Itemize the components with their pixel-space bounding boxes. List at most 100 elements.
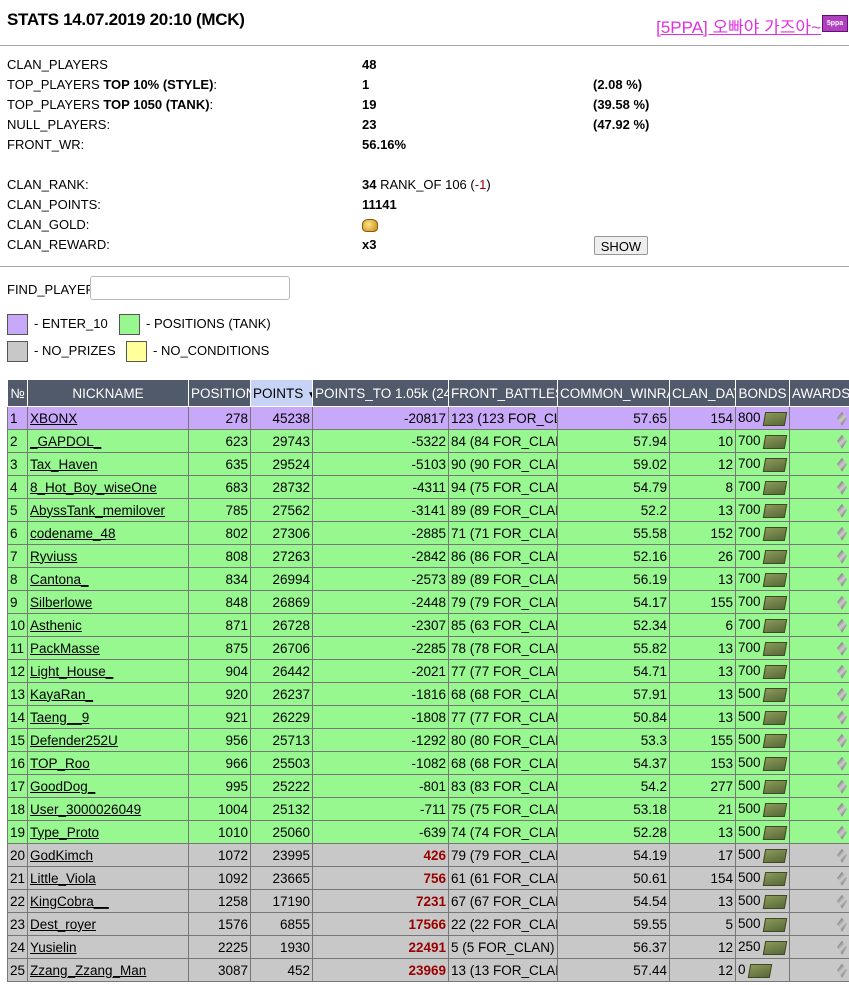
award-medal-icon[interactable] bbox=[837, 618, 847, 633]
player-link[interactable]: Taeng__9 bbox=[30, 710, 89, 725]
cell-position: 1092 bbox=[188, 866, 251, 890]
player-link[interactable]: KingCobra__ bbox=[30, 894, 109, 909]
bonds-icon bbox=[762, 894, 787, 909]
award-medal-icon[interactable] bbox=[837, 963, 847, 978]
cell-points: 27263 bbox=[250, 544, 313, 568]
cell-position: 683 bbox=[188, 475, 251, 499]
col-header-position[interactable]: POSITION bbox=[188, 379, 251, 407]
player-link[interactable]: 8_Hot_Boy_wiseOne bbox=[30, 480, 157, 495]
player-link[interactable]: GodKimch bbox=[30, 848, 93, 863]
col-header-bonds[interactable]: BONDS bbox=[735, 379, 790, 407]
bonds-icon bbox=[762, 779, 787, 794]
award-medal-icon[interactable] bbox=[837, 595, 847, 610]
award-medal-icon[interactable] bbox=[837, 917, 847, 932]
player-link[interactable]: Type_Proto bbox=[30, 825, 99, 840]
col-header-nickname[interactable]: NICKNAME bbox=[27, 379, 189, 407]
legend-no-conditions: - NO_CONDITIONS bbox=[126, 340, 269, 363]
page-title: STATS 14.07.2019 20:10 (MCK) bbox=[7, 10, 245, 29]
cell-number: 2 bbox=[7, 429, 28, 453]
award-medal-icon[interactable] bbox=[837, 733, 847, 748]
cell-clan-days: 12 bbox=[669, 935, 736, 959]
player-link[interactable]: Tax_Haven bbox=[30, 457, 98, 472]
award-medal-icon[interactable] bbox=[837, 802, 847, 817]
cell-winrate: 52.28 bbox=[557, 820, 670, 844]
award-medal-icon[interactable] bbox=[837, 871, 847, 886]
find-player-label: FIND_PLAYER: bbox=[7, 282, 99, 297]
bonds-value: 500 bbox=[738, 778, 761, 794]
col-header-awards[interactable]: AWARDS bbox=[789, 379, 849, 407]
award-medal-icon[interactable] bbox=[837, 411, 847, 426]
bonds-icon bbox=[762, 756, 787, 771]
cell-bonds: 500 bbox=[735, 705, 790, 729]
col-header-common-winrate[interactable]: COMMON_WINRATE bbox=[557, 379, 670, 407]
player-link[interactable]: GoodDog_ bbox=[30, 779, 95, 794]
player-link[interactable]: Dest_royer bbox=[30, 917, 96, 932]
cell-clan-days: 5 bbox=[669, 912, 736, 936]
player-link[interactable]: Little_Viola bbox=[30, 871, 96, 886]
player-link[interactable]: KayaRan_ bbox=[30, 687, 93, 702]
award-medal-icon[interactable] bbox=[837, 503, 847, 518]
award-medal-icon[interactable] bbox=[837, 710, 847, 725]
award-medal-icon[interactable] bbox=[837, 825, 847, 840]
player-link[interactable]: Ryviuss bbox=[30, 549, 77, 564]
legend-positions: - POSITIONS (TANK) bbox=[119, 313, 271, 336]
award-medal-icon[interactable] bbox=[837, 940, 847, 955]
bonds-value: 700 bbox=[738, 594, 761, 610]
award-medal-icon[interactable] bbox=[837, 894, 847, 909]
player-link[interactable]: Asthenic bbox=[30, 618, 82, 633]
player-link[interactable]: PackMasse bbox=[30, 641, 100, 656]
table-row: 16TOP_Roo 96625503-108268 (68 FOR_CLAN)54… bbox=[7, 751, 849, 775]
award-medal-icon[interactable] bbox=[837, 480, 847, 495]
cell-winrate: 57.44 bbox=[557, 958, 670, 982]
cell-bonds: 500 bbox=[735, 751, 790, 775]
player-link[interactable]: Zzang_Zzang_Man bbox=[30, 963, 146, 978]
player-link[interactable]: TOP_Roo bbox=[30, 756, 90, 771]
col-header-points-to[interactable]: POINTS_TO 1.05k (24421) bbox=[312, 379, 449, 407]
player-link[interactable]: Light_House_ bbox=[30, 664, 113, 679]
clan-link[interactable]: [5PPA] 오빠야 가즈아~ bbox=[656, 13, 821, 38]
award-medal-icon[interactable] bbox=[837, 641, 847, 656]
cell-winrate: 54.2 bbox=[557, 774, 670, 798]
col-header-points[interactable]: POINTS ▼ bbox=[250, 379, 313, 407]
award-medal-icon[interactable] bbox=[837, 848, 847, 863]
player-link[interactable]: AbyssTank_memilover bbox=[30, 503, 165, 518]
cell-front-battles: 90 (90 FOR_CLAN) bbox=[448, 452, 558, 476]
col-header-front-battles[interactable]: FRONT_BATTLES bbox=[448, 379, 558, 407]
col-header-number[interactable]: № bbox=[7, 379, 28, 407]
cell-clan-days: 13 bbox=[669, 705, 736, 729]
cell-nickname: codename_48 bbox=[27, 521, 189, 545]
cell-points-to: -2573 bbox=[312, 567, 449, 591]
award-medal-icon[interactable] bbox=[837, 664, 847, 679]
player-link[interactable]: _GAPDOL_ bbox=[30, 434, 101, 449]
player-link[interactable]: User_3000026049 bbox=[30, 802, 141, 817]
award-medal-icon[interactable] bbox=[837, 779, 847, 794]
award-medal-icon[interactable] bbox=[837, 434, 847, 449]
cell-front-battles: 13 (13 FOR_CLAN) bbox=[448, 958, 558, 982]
cell-front-battles: 77 (77 FOR_CLAN) bbox=[448, 659, 558, 683]
players-table: № NICKNAME POSITION POINTS ▼ POINTS_TO 1… bbox=[7, 379, 849, 982]
player-link[interactable]: Defender252U bbox=[30, 733, 118, 748]
col-header-clan-days[interactable]: CLAN_DAYS bbox=[669, 379, 736, 407]
award-medal-icon[interactable] bbox=[837, 572, 847, 587]
award-medal-icon[interactable] bbox=[837, 756, 847, 771]
cell-nickname: Cantona_ bbox=[27, 567, 189, 591]
award-medal-icon[interactable] bbox=[837, 526, 847, 541]
cell-winrate: 53.3 bbox=[557, 728, 670, 752]
legend-no-prizes: - NO_PRIZES bbox=[7, 340, 116, 363]
player-link[interactable]: codename_48 bbox=[30, 526, 116, 541]
cell-points-to: -2021 bbox=[312, 659, 449, 683]
find-player-input[interactable] bbox=[90, 276, 290, 300]
award-medal-icon[interactable] bbox=[837, 457, 847, 472]
player-link[interactable]: Cantona_ bbox=[30, 572, 89, 587]
player-link[interactable]: XBONX bbox=[30, 411, 77, 426]
player-link[interactable]: Yusielin bbox=[30, 940, 77, 955]
table-row: 1XBONX 27845238-20817123 (123 FOR_CLAN)57… bbox=[7, 406, 849, 430]
award-medal-icon[interactable] bbox=[837, 549, 847, 564]
show-reward-button[interactable]: SHOW bbox=[594, 236, 648, 255]
cell-awards bbox=[789, 452, 849, 476]
bonds-icon bbox=[762, 871, 787, 886]
award-medal-icon[interactable] bbox=[837, 687, 847, 702]
player-link[interactable]: Silberlowe bbox=[30, 595, 92, 610]
gold-coins-icon bbox=[362, 219, 378, 233]
cell-front-battles: 78 (78 FOR_CLAN) bbox=[448, 636, 558, 660]
